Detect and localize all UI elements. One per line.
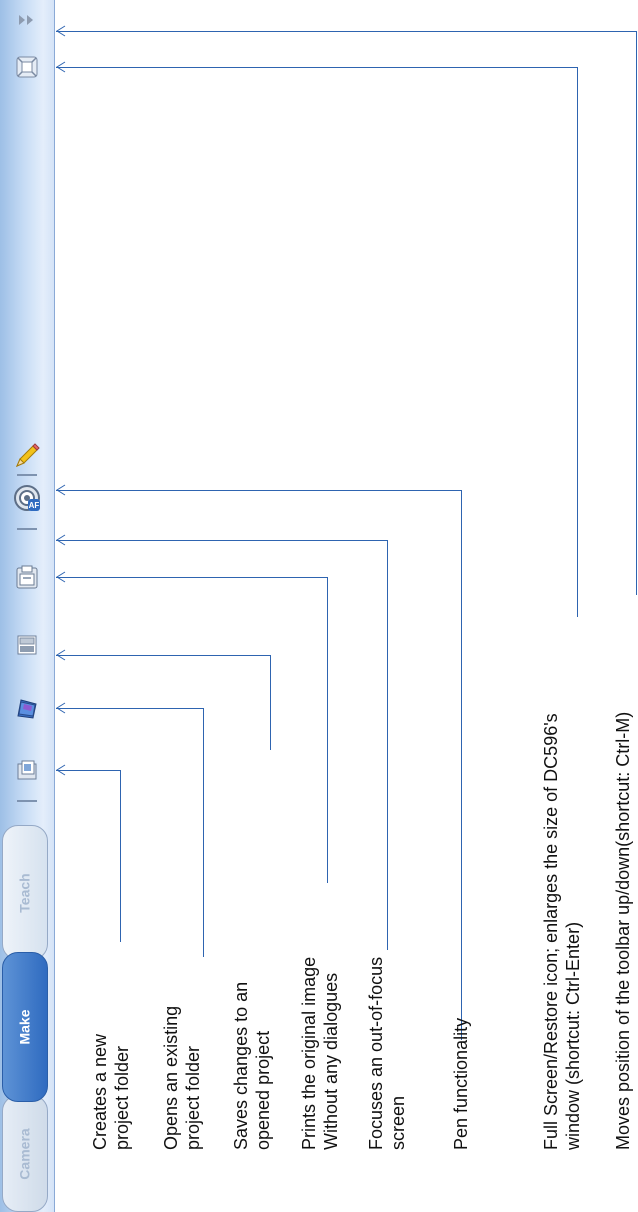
caption-open-project: Opens an existing project folder — [160, 1006, 204, 1150]
caption-line: project folder — [183, 1045, 203, 1150]
callout-arrow — [56, 649, 66, 661]
caption-line: Opens an existing — [161, 1005, 181, 1150]
pen-button[interactable] — [12, 441, 42, 471]
toolbar-separator — [17, 528, 37, 530]
fullscreen-icon — [16, 56, 38, 78]
callout-line — [636, 31, 637, 595]
callout-line — [270, 655, 271, 750]
move-toolbar-button[interactable] — [12, 8, 42, 32]
tab-make-label: Make — [17, 1009, 33, 1045]
save-project-button[interactable] — [12, 630, 42, 660]
callout-arrow — [56, 25, 66, 37]
callout-arrow — [56, 702, 66, 714]
move-toolbar-icon — [19, 15, 33, 25]
autofocus-icon: AF — [14, 485, 40, 511]
callout-arrow — [56, 484, 66, 496]
new-project-icon — [17, 760, 37, 780]
callout-line — [56, 31, 637, 32]
caption-move-toolbar: Moves position of the toolbar up/down(sh… — [612, 712, 634, 1150]
callout-line — [203, 708, 204, 957]
callout-line — [120, 770, 121, 942]
open-project-icon — [17, 699, 37, 719]
callout-line — [56, 67, 578, 68]
pen-icon — [16, 443, 40, 467]
caption-line: project folder — [112, 1045, 132, 1150]
print-icon — [16, 565, 38, 589]
caption-print: Prints the original image Without any di… — [298, 957, 342, 1150]
new-project-button[interactable] — [12, 755, 42, 785]
vertical-toolbar: Camera Teach Make AF — [0, 0, 55, 1212]
callout-line — [461, 490, 462, 1040]
caption-new-project: Creates a new project folder — [89, 1034, 133, 1150]
toolbar-separator — [17, 474, 37, 476]
fullscreen-button[interactable] — [12, 52, 42, 82]
callout-arrow — [56, 61, 66, 73]
callout-line — [327, 577, 328, 883]
caption-line: Creates a new — [90, 1033, 110, 1150]
caption-line: Moves position of the toolbar up/down(sh… — [613, 711, 633, 1150]
caption-line: Full Screen/Restore icon; enlarges the s… — [541, 713, 561, 1150]
autofocus-button[interactable]: AF — [12, 483, 42, 513]
callout-line — [56, 540, 388, 541]
callout-arrow — [56, 534, 66, 546]
print-button[interactable] — [12, 563, 42, 593]
caption-save-project: Saves changes to an opened project — [230, 982, 274, 1150]
caption-line: screen — [388, 1095, 408, 1150]
callout-line — [387, 540, 388, 950]
caption-line: Without any dialogues — [321, 972, 341, 1150]
caption-fullscreen: Full Screen/Restore icon; enlarges the s… — [540, 713, 584, 1150]
callout-line — [56, 708, 204, 709]
callout-line — [56, 490, 462, 491]
callout-line — [577, 67, 578, 617]
caption-line: window (shortcut: Ctrl-Enter) — [563, 921, 583, 1150]
callout-line — [56, 655, 271, 656]
tab-teach[interactable]: Teach — [2, 825, 48, 960]
caption-focus: Focuses an out-of-focus screen — [365, 957, 409, 1150]
caption-line: Focuses an out-of-focus — [366, 956, 386, 1150]
caption-line: opened project — [253, 1030, 273, 1150]
save-project-icon — [17, 635, 37, 655]
autofocus-badge: AF — [29, 501, 40, 510]
tab-make[interactable]: Make — [2, 952, 48, 1102]
callout-arrow — [56, 571, 66, 583]
toolbar-separator — [17, 800, 37, 802]
caption-line: Pen functionality — [451, 1017, 471, 1150]
tab-camera[interactable]: Camera — [2, 1095, 48, 1212]
callout-line — [56, 577, 328, 578]
open-project-button[interactable] — [12, 693, 42, 723]
callout-arrow — [56, 764, 66, 776]
tab-teach-label: Teach — [17, 872, 33, 913]
caption-pen: Pen functionality — [450, 1018, 472, 1150]
caption-line: Saves changes to an — [231, 981, 251, 1150]
tab-camera-label: Camera — [17, 1127, 33, 1180]
caption-line: Prints the original image — [299, 956, 319, 1150]
